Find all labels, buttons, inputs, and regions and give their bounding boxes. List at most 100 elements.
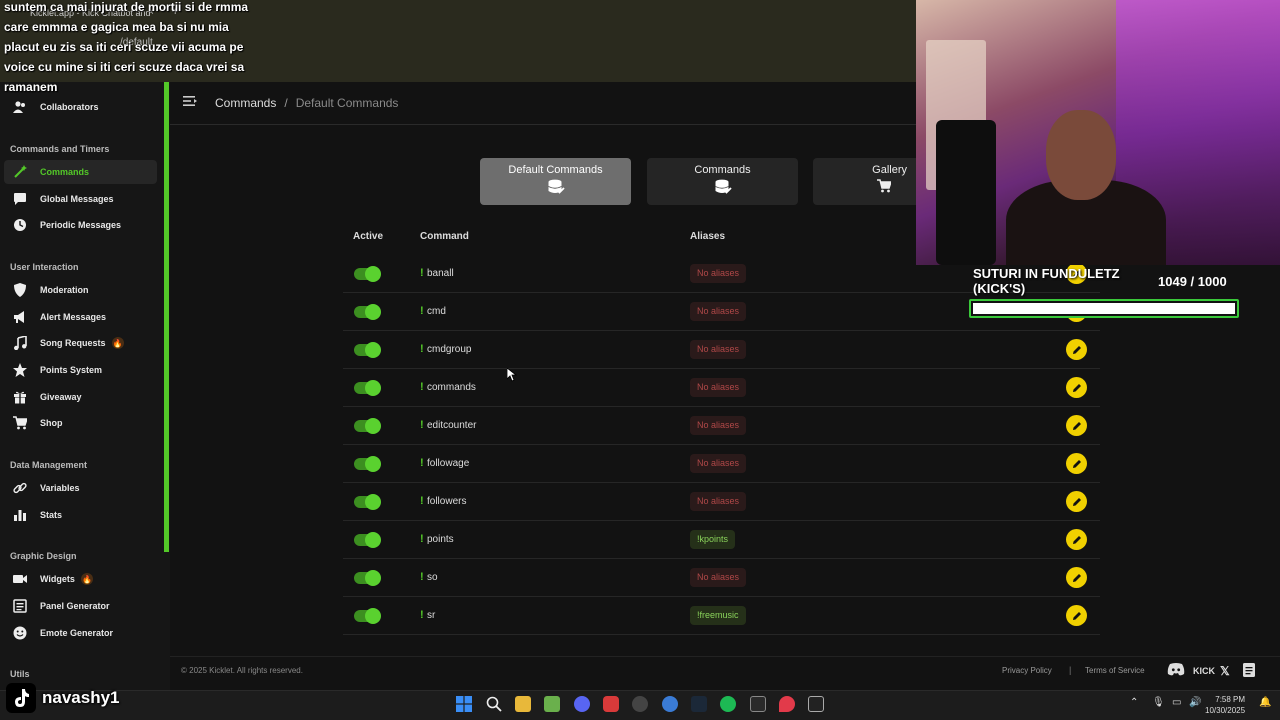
active-toggle[interactable] [354, 608, 381, 624]
riot-icon[interactable] [779, 696, 795, 712]
command-prefix: ! [420, 267, 424, 279]
tab-default-commands[interactable]: Default Commands [480, 158, 631, 205]
spotify-icon[interactable] [720, 696, 736, 712]
epic-games-icon[interactable] [808, 696, 824, 712]
active-toggle[interactable] [354, 532, 381, 548]
sidebar-section-title: Utils [10, 669, 30, 679]
table-row: ! so No aliases [343, 559, 1100, 597]
command-name: so [427, 572, 438, 583]
edit-button[interactable] [1066, 491, 1087, 512]
sidebar-scrollbar[interactable] [164, 82, 169, 552]
alias-badge: No aliases [690, 378, 747, 397]
sidebar-item-variables[interactable]: Variables [4, 476, 157, 500]
document-icon[interactable] [1243, 663, 1255, 679]
sidebar-item-collaborators[interactable]: Collaborators [4, 95, 157, 119]
menu-toggle-icon[interactable] [183, 95, 199, 110]
edit-button[interactable] [1066, 529, 1087, 550]
breadcrumb: Commands / Default Commands [183, 95, 398, 110]
browser-icon[interactable] [662, 696, 678, 712]
sidebar-section-title: User Interaction [10, 262, 79, 272]
active-toggle[interactable] [354, 304, 381, 320]
chat-message-line: voice cu mine si iti ceri scuze daca vre… [4, 60, 245, 74]
sidebar-item-label: Shop [40, 418, 63, 428]
sidebar-item-label: Widgets [40, 574, 75, 584]
bar-chart-icon [12, 507, 28, 523]
pencil-icon [1072, 611, 1081, 620]
edit-button[interactable] [1066, 605, 1087, 626]
command-prefix: ! [420, 343, 424, 355]
sidebar-item-global-messages[interactable]: Global Messages [4, 187, 157, 211]
sidebar-item-points-system[interactable]: Points System [4, 358, 157, 382]
sidebar-item-panel-generator[interactable]: Panel Generator [4, 594, 157, 618]
active-toggle[interactable] [354, 380, 381, 396]
media-player-icon[interactable] [603, 696, 619, 712]
widgets-icon [12, 571, 28, 587]
edit-button[interactable] [1066, 453, 1087, 474]
x-social-icon[interactable]: 𝕏 [1220, 664, 1230, 678]
privacy-policy-link[interactable]: Privacy Policy [1002, 666, 1052, 675]
cart-icon [12, 415, 28, 431]
sidebar-item-stats[interactable]: Stats [4, 503, 157, 527]
edit-button[interactable] [1066, 339, 1087, 360]
sidebar-item-label: Global Messages [40, 194, 114, 204]
volume-icon[interactable]: 🔊 [1189, 697, 1201, 708]
alias-badge: !kpoints [690, 530, 736, 549]
app-icon[interactable] [750, 696, 766, 712]
notification-icon[interactable]: 🔔 [1259, 697, 1271, 708]
sidebar-item-moderation[interactable]: Moderation [4, 278, 157, 302]
column-header-aliases: Aliases [690, 231, 726, 242]
active-toggle[interactable] [354, 494, 381, 510]
minecraft-icon[interactable] [544, 696, 560, 712]
music-note-icon [12, 335, 28, 351]
search-icon[interactable] [486, 696, 502, 712]
kick-link[interactable]: KICK [1193, 666, 1215, 676]
active-toggle[interactable] [354, 342, 381, 358]
sidebar-item-alert-messages[interactable]: Alert Messages [4, 305, 157, 329]
cart-icon [877, 179, 893, 196]
pencil-icon [1072, 421, 1081, 430]
edit-button[interactable] [1066, 415, 1087, 436]
footer-copyright: © 2025 Kicklet. All rights reserved. [181, 666, 303, 675]
command-name: cmd [427, 306, 446, 317]
pencil-icon [1072, 345, 1081, 354]
table-row: ! followers No aliases [343, 483, 1100, 521]
obs-icon[interactable] [632, 696, 648, 712]
terms-of-service-link[interactable]: Terms of Service [1085, 666, 1145, 675]
sidebar-item-emote-generator[interactable]: Emote Generator [4, 621, 157, 645]
chat-message-line: care emmma e gagica mea ba si nu mia [4, 20, 229, 34]
tray-chevron-icon[interactable]: ⌃ [1130, 697, 1138, 708]
goal-count: 1049 / 1000 [1158, 274, 1227, 289]
command-name: sr [427, 610, 436, 621]
start-menu-icon[interactable] [456, 696, 472, 712]
sidebar-item-widgets[interactable]: Widgets 🔥 [4, 567, 157, 591]
alias-badge: No aliases [690, 416, 747, 435]
file-explorer-icon[interactable] [515, 696, 531, 712]
chat-bubble-icon [12, 191, 28, 207]
steam-icon[interactable] [691, 696, 707, 712]
clock-date: 10/30/2025 [1205, 706, 1246, 715]
active-toggle[interactable] [354, 570, 381, 586]
sidebar-item-song-requests[interactable]: Song Requests 🔥 [4, 331, 157, 355]
microphone-icon[interactable]: 🎙 [1152, 697, 1165, 708]
active-toggle[interactable] [354, 418, 381, 434]
chat-message-line: ramanem [4, 80, 58, 94]
tab-gallery[interactable]: Gallery [813, 158, 916, 205]
breadcrumb-separator: / [284, 95, 288, 110]
discord-taskbar-icon[interactable] [574, 696, 590, 712]
command-name: cmdgroup [427, 344, 472, 355]
sidebar-item-shop[interactable]: Shop [4, 411, 157, 435]
breadcrumb-parent[interactable]: Commands [215, 96, 276, 110]
sidebar-item-periodic-messages[interactable]: Periodic Messages [4, 213, 157, 237]
tab-commands[interactable]: Commands [647, 158, 798, 205]
sidebar-item-label: Giveaway [40, 392, 82, 402]
network-icon[interactable]: ▭ [1172, 697, 1181, 708]
discord-icon[interactable] [1167, 663, 1185, 678]
edit-button[interactable] [1066, 567, 1087, 588]
sidebar-item-giveaway[interactable]: Giveaway [4, 385, 157, 409]
edit-button[interactable] [1066, 377, 1087, 398]
sidebar-item-commands[interactable]: Commands [4, 160, 157, 184]
active-toggle[interactable] [354, 456, 381, 472]
active-toggle[interactable] [354, 266, 381, 282]
tiktok-logo-icon [6, 683, 36, 713]
system-clock[interactable]: 7:58 PM 10/30/2025 [1205, 694, 1245, 716]
